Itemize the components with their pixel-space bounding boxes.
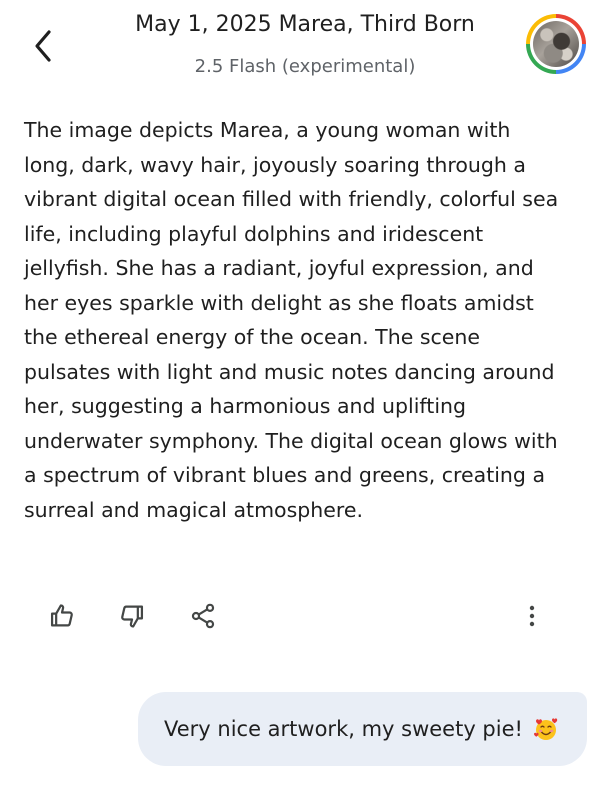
chat-header: May 1, 2025 Marea, Third Born 2.5 Flash … [0, 0, 610, 96]
thumbs-up-button[interactable] [42, 596, 82, 636]
share-button[interactable] [183, 596, 223, 636]
page-title: May 1, 2025 Marea, Third Born [135, 12, 475, 37]
thumbs-down-icon [121, 605, 144, 628]
share-icon [191, 603, 215, 629]
avatar[interactable] [526, 14, 586, 74]
response-line: The image depicts Marea, a young woman w… [24, 118, 511, 142]
response-actions [0, 596, 610, 636]
response-line: her eyes sparkle with delight as she flo… [24, 290, 534, 315]
thumbs-up-icon [50, 604, 73, 627]
model-subtitle: 2.5 Flash (experimental) [194, 56, 416, 77]
response-line: the ethereal energy of the ocean. The sc… [24, 325, 480, 349]
user-message-bubble: Very nice artwork, my sweety pie! [138, 692, 587, 766]
response-line: life, including playful dolphins and iri… [24, 221, 484, 246]
response-line: underwater symphony. The digital ocean g… [24, 428, 558, 453]
user-message-text: Very nice artwork, my sweety pie! [164, 717, 523, 741]
more-vert-icon [529, 605, 535, 627]
avatar-image [533, 21, 579, 67]
response-line: pulsates with light and music notes danc… [24, 359, 555, 384]
response-line: a spectrum of vibrant blues and greens, … [24, 463, 546, 487]
thumbs-down-button[interactable] [112, 596, 152, 636]
response-line: surreal and magical atmosphere. [24, 497, 363, 522]
more-options-button[interactable] [512, 596, 552, 636]
smiling-face-with-hearts-emoji [533, 718, 558, 740]
response-line: vibrant digital ocean filled with friend… [24, 187, 559, 211]
response-line: long, dark, wavy hair, joyously soaring … [24, 152, 526, 177]
response-line: jellyfish. She has a radiant, joyful exp… [24, 256, 534, 280]
response-text: The image depicts Marea, a young woman w… [24, 113, 594, 527]
response-line: her, suggesting a harmonious and uplifti… [24, 394, 467, 418]
